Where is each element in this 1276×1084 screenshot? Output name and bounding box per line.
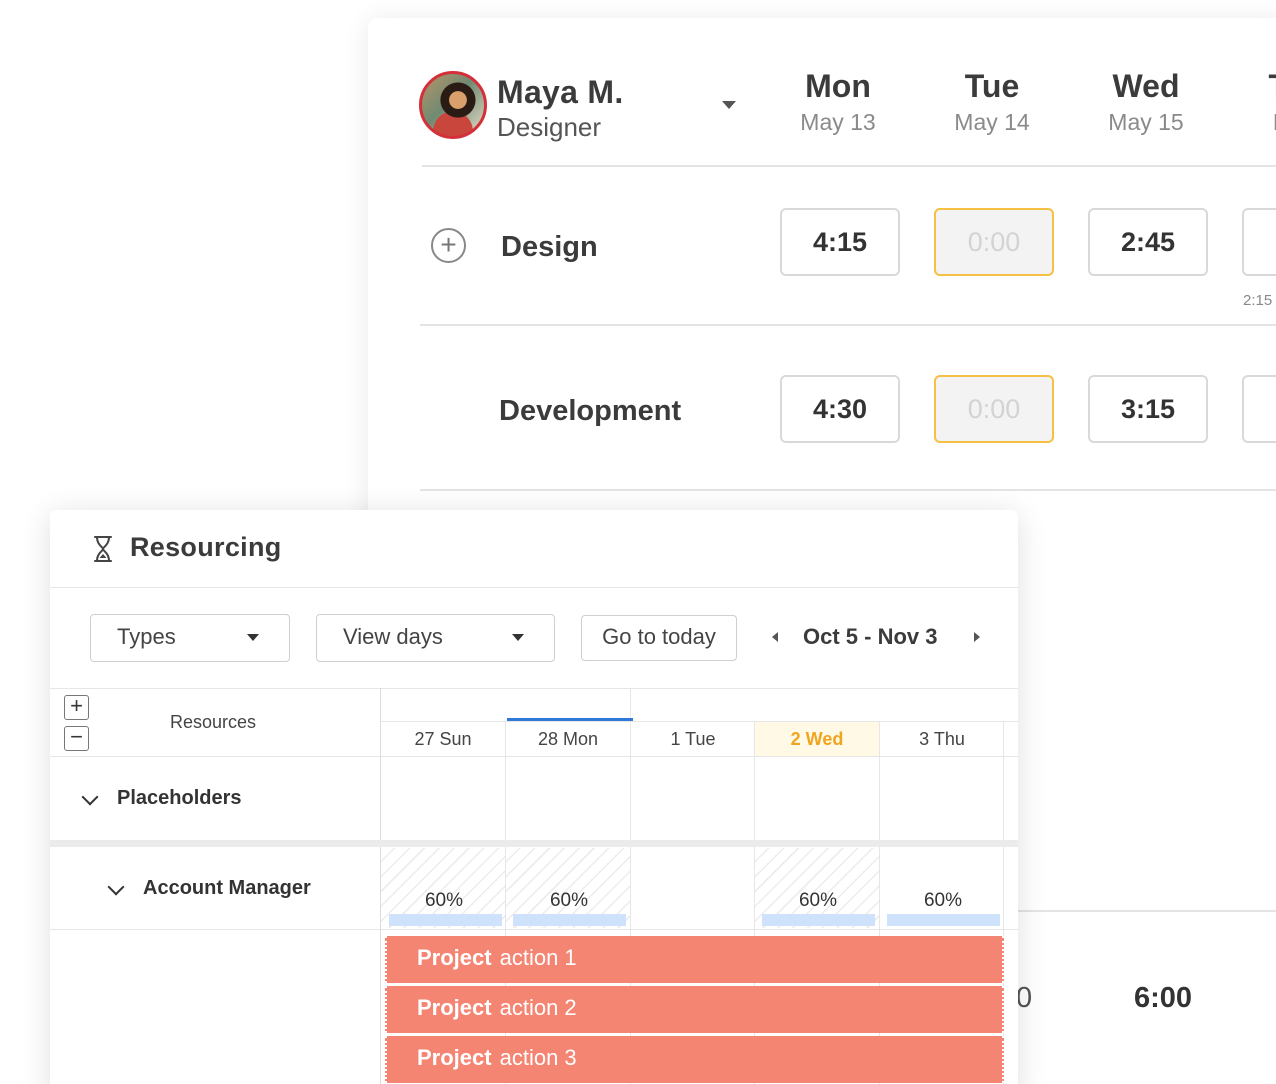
day-header: 1 Tue bbox=[670, 729, 716, 749]
capacity-bar bbox=[887, 914, 1000, 926]
capacity-percent: 60% bbox=[798, 890, 838, 911]
task-label-development: Development bbox=[499, 395, 682, 427]
day-name: Tue bbox=[964, 68, 1020, 104]
go-to-today-button[interactable]: Go to today bbox=[581, 615, 737, 661]
caret-down-icon bbox=[247, 634, 259, 641]
task-action: action 1 bbox=[499, 945, 577, 970]
day-header-thu: T M bbox=[1200, 68, 1276, 136]
time-input[interactable]: 0:00 bbox=[934, 375, 1054, 443]
day-date: May 13 bbox=[800, 109, 876, 135]
panel-title: Resourcing bbox=[130, 532, 282, 562]
task-bar[interactable]: Project action 2 bbox=[385, 986, 1004, 1033]
capacity-percent: 60% bbox=[424, 890, 464, 911]
chevron-down-icon[interactable] bbox=[107, 878, 125, 896]
task-action: action 3 bbox=[499, 1045, 577, 1070]
day-name: Mon bbox=[805, 68, 871, 104]
time-input[interactable]: 2:45 bbox=[1088, 208, 1208, 276]
capacity-percent: 60% bbox=[923, 890, 963, 911]
group-placeholders[interactable]: Placeholders bbox=[117, 787, 242, 810]
task-bar[interactable]: Project action 1 bbox=[385, 936, 1004, 983]
day-header: 28 Mon bbox=[537, 729, 599, 749]
time-input[interactable]: 8 bbox=[1242, 375, 1276, 443]
resources-column-header: Resources bbox=[170, 712, 257, 732]
next-range-icon[interactable] bbox=[974, 632, 980, 642]
task-project: Project bbox=[417, 995, 492, 1020]
prev-range-icon[interactable] bbox=[772, 632, 778, 642]
time-input[interactable]: 3:15 bbox=[1088, 375, 1208, 443]
add-task-button[interactable]: + bbox=[431, 228, 466, 263]
view-days-dropdown[interactable]: View days bbox=[316, 614, 555, 662]
day-header-tue: Tue May 14 bbox=[922, 68, 1062, 136]
task-project: Project bbox=[417, 945, 492, 970]
total-value: 6:00 bbox=[1134, 982, 1193, 1014]
user-role: Designer bbox=[497, 112, 602, 142]
total-value: 0 bbox=[1016, 982, 1033, 1014]
day-name: Wed bbox=[1112, 68, 1180, 104]
user-avatar[interactable] bbox=[419, 71, 487, 139]
divider bbox=[50, 929, 1018, 930]
time-input[interactable]: 4:30 bbox=[780, 375, 900, 443]
task-action: action 2 bbox=[499, 995, 577, 1020]
day-header-mon: Mon May 13 bbox=[768, 68, 908, 136]
day-date: May 15 bbox=[1108, 109, 1184, 135]
hourglass-icon bbox=[94, 536, 112, 562]
types-label: Types bbox=[117, 624, 176, 649]
divider bbox=[50, 587, 1018, 588]
day-name: T bbox=[1200, 68, 1276, 105]
chevron-down-icon[interactable] bbox=[81, 788, 99, 806]
divider bbox=[50, 756, 1018, 757]
date-range-label: Oct 5 - Nov 3 bbox=[803, 624, 938, 649]
day-date: M bbox=[1200, 109, 1276, 136]
task-label-design: Design bbox=[501, 231, 598, 263]
task-bar-text: Project action 3 bbox=[417, 1045, 577, 1071]
day-header-today: 2 Wed bbox=[755, 722, 879, 756]
day-header: 3 Thu bbox=[919, 729, 965, 749]
user-name: Maya M. bbox=[497, 74, 624, 110]
day-header-wed: Wed May 15 bbox=[1076, 68, 1216, 136]
capacity-bar bbox=[389, 914, 502, 926]
collapse-all-button[interactable]: − bbox=[64, 726, 89, 751]
day-date: May 14 bbox=[954, 109, 1030, 135]
group-separator bbox=[50, 840, 1018, 847]
view-days-label: View days bbox=[343, 624, 443, 649]
divider bbox=[420, 324, 1276, 326]
capacity-bar bbox=[762, 914, 875, 926]
capacity-bar bbox=[513, 914, 626, 926]
divider bbox=[422, 165, 1276, 167]
capacity-percent: 60% bbox=[549, 890, 589, 911]
divider bbox=[420, 489, 1276, 491]
current-day-indicator bbox=[507, 718, 633, 721]
time-input[interactable]: 0:00 bbox=[934, 208, 1054, 276]
task-bar-text: Project action 1 bbox=[417, 945, 577, 971]
time-input[interactable]: 4:15 bbox=[780, 208, 900, 276]
task-bar-text: Project action 2 bbox=[417, 995, 577, 1021]
divider bbox=[1018, 910, 1276, 912]
expand-all-button[interactable]: + bbox=[64, 695, 89, 720]
task-project: Project bbox=[417, 1045, 492, 1070]
divider bbox=[50, 688, 1018, 689]
day-header: 27 Sun bbox=[414, 729, 472, 749]
caret-down-icon bbox=[512, 634, 524, 641]
user-dropdown-caret-icon[interactable] bbox=[722, 101, 736, 109]
resourcing-panel: Resourcing Types View days Go to today O… bbox=[50, 510, 1018, 1084]
group-account-manager[interactable]: Account Manager bbox=[143, 877, 311, 900]
task-bar[interactable]: Project action 3 bbox=[385, 1036, 1004, 1083]
types-dropdown[interactable]: Types bbox=[90, 614, 290, 662]
time-input[interactable]: 4 bbox=[1242, 208, 1276, 276]
time-note: 2:15 bbox=[1243, 292, 1273, 309]
